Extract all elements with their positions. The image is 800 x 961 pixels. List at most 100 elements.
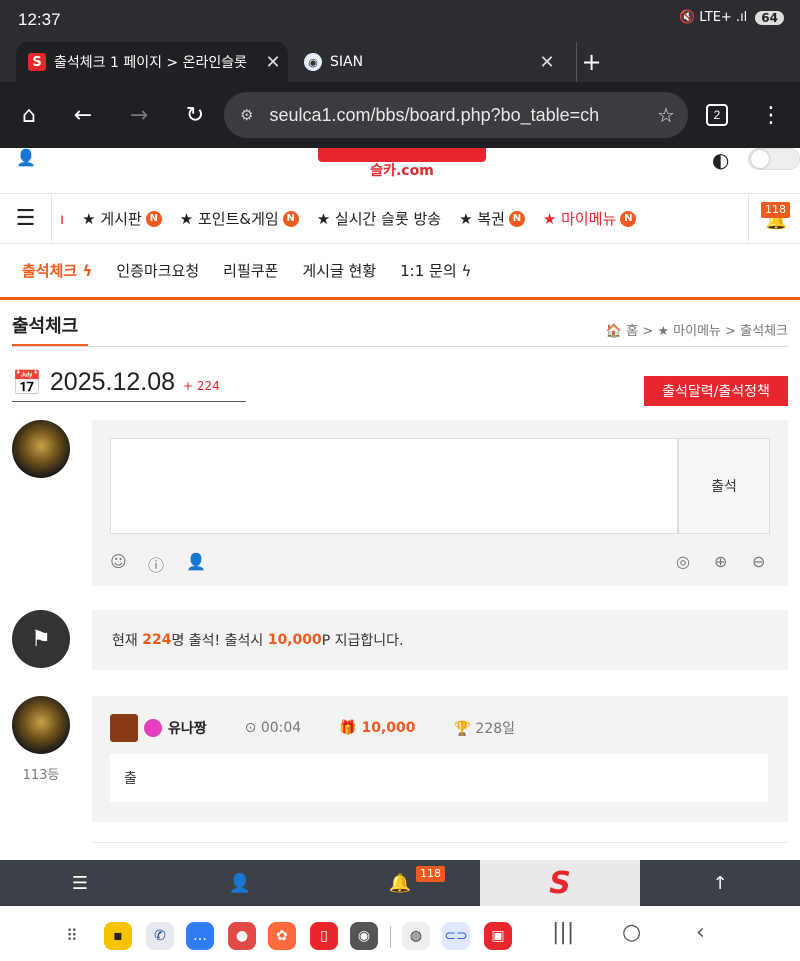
recent-apps-icon[interactable]: |||: [552, 920, 574, 945]
home-circle-icon[interactable]: ○: [622, 920, 641, 945]
bottom-logo-button[interactable]: S: [480, 860, 640, 906]
new-badge: N: [145, 210, 162, 227]
tab-close-icon[interactable]: ✕: [532, 52, 562, 73]
memo-app-icon[interactable]: ▪: [104, 922, 132, 950]
nav-item-my-menu[interactable]: ★ 마이메뉴 N: [543, 208, 637, 229]
new-badge: N: [282, 210, 299, 227]
status-icons: 🔇 LTE+ .ıl 64: [679, 10, 784, 25]
user-icon[interactable]: 👤: [16, 148, 36, 167]
theme-contrast-icon[interactable]: ◐: [712, 148, 729, 172]
subnav-attendance[interactable]: 출석체크 ϟ: [22, 260, 92, 281]
entry-meta: 유나짱 ⊙ 00:04 🎁 10,000 🏆 228일: [110, 714, 515, 742]
clock-icon: ⊙: [244, 720, 257, 736]
user-icon[interactable]: 👤: [186, 552, 206, 571]
home-icon[interactable]: 🏠: [606, 324, 622, 339]
messages-app-icon[interactable]: …: [186, 922, 214, 950]
home-icon[interactable]: ⌂: [14, 100, 44, 130]
nav-item-points-games[interactable]: ★ 포인트&게임 N: [180, 208, 299, 229]
site-logo[interactable]: 슬카.com: [318, 148, 486, 182]
status-bar: 12:37 🔇 LTE+ .ıl 64: [0, 0, 800, 42]
subnav-refill-coupon[interactable]: 리필쿠폰: [223, 260, 278, 281]
phone-app-icon[interactable]: ✆: [146, 922, 174, 950]
subnav-post-status[interactable]: 게시글 현황: [302, 260, 376, 281]
bottom-user-icon[interactable]: 👤: [160, 860, 320, 906]
new-badge: N: [620, 210, 637, 227]
avatar: [12, 696, 70, 754]
points-text: 10,000: [361, 720, 416, 736]
notification-count: 118: [416, 866, 445, 882]
attendee-count: 224: [142, 632, 172, 648]
bell-icon: 🔔: [388, 872, 412, 894]
rank-gem-icon: [144, 719, 162, 737]
subnav-label: 1:1 문의: [400, 262, 457, 280]
attend-submit-button[interactable]: 출석: [678, 438, 770, 534]
entry-message: 출: [110, 754, 768, 802]
reload-icon[interactable]: ↻: [180, 100, 210, 130]
toggle-knob: [751, 150, 769, 168]
contacts-app-icon[interactable]: ●: [228, 922, 256, 950]
username[interactable]: 유나짱: [168, 718, 207, 738]
nav-item-lottery[interactable]: ★ 복권 N: [459, 208, 525, 229]
bottom-bell-button[interactable]: 🔔 118: [320, 860, 480, 906]
attendance-notice: 현재 224 명 출석! 출석시 10,000 P 지급합니다.: [92, 610, 788, 670]
minus-circle-icon[interactable]: ⊖: [752, 552, 765, 571]
entry-time: ⊙ 00:04: [245, 720, 302, 736]
comment-textarea[interactable]: [110, 438, 678, 534]
lightning-icon: ϟ: [461, 262, 472, 280]
tab-active[interactable]: S 출석체크 1 페이지 > 온라인슬롯 ✕: [16, 42, 288, 82]
tab-sian[interactable]: ◉ SIAN ✕: [296, 42, 562, 82]
globe-favicon-icon: ◉: [304, 53, 322, 71]
app-drawer-icon[interactable]: ⠿: [66, 926, 78, 945]
back-icon[interactable]: ←: [68, 100, 98, 130]
compass-icon[interactable]: ◎: [676, 552, 690, 571]
camera-app-icon[interactable]: ◉: [350, 922, 378, 950]
date-header: 📅 2025.12.08 + 224: [12, 364, 246, 402]
notes-app-icon[interactable]: ▯: [310, 922, 338, 950]
tab-close-icon[interactable]: ✕: [258, 52, 288, 73]
subnav-cert-request[interactable]: 인증마크요청: [116, 260, 199, 281]
site-settings-icon[interactable]: ⚙: [240, 106, 253, 124]
back-chevron-icon[interactable]: ‹: [696, 920, 705, 945]
site-header: 👤 슬카.com ◐: [0, 148, 800, 193]
level-icon: [110, 714, 138, 742]
tab-switcher-button[interactable]: 2: [706, 104, 728, 126]
forward-icon[interactable]: →: [124, 100, 154, 130]
site-bottom-bar: ☰ 👤 🔔 118 S ↑: [0, 860, 800, 906]
nav-label: ★ 실시간 슬롯 방송: [316, 210, 442, 228]
chrome-app-icon[interactable]: ◍: [402, 922, 430, 950]
emoji-icon[interactable]: ☺: [110, 552, 127, 571]
menu-dots-icon[interactable]: ⋮: [756, 100, 786, 130]
nav-item-board[interactable]: ★ 게시판 N: [82, 208, 162, 229]
entry-days: 🏆 228일: [454, 718, 516, 738]
notice-text: 현재: [112, 633, 138, 649]
android-nav-bar: ⠿ ▪ ✆ … ● ✿ ▯ ◉ ◍ ⊂⊃ ▣ ||| ○ ‹: [0, 906, 800, 961]
subnav-inquiry[interactable]: 1:1 문의 ϟ: [400, 260, 471, 281]
trophy-icon: 🏆: [453, 721, 471, 737]
info-icon[interactable]: ⓘ: [148, 552, 164, 576]
list-item: 유나짱 ⊙ 00:04 🎁 10,000 🏆 228일 출: [92, 696, 788, 822]
attendance-calendar-button[interactable]: 출석달력/출석정책: [644, 376, 788, 406]
attendance-increase: + 224: [183, 378, 220, 393]
bookmark-star-icon[interactable]: ☆: [644, 103, 688, 128]
scroll-top-icon[interactable]: ↑: [640, 860, 800, 906]
attendance-date: 2025.12.08: [49, 368, 176, 396]
page-title: 출석체크: [12, 316, 79, 337]
gallery-app-icon[interactable]: ✿: [268, 922, 296, 950]
notifications-button[interactable]: 🔔 118: [748, 194, 800, 243]
browser-toolbar: ⌂ ← → ↻ ⚙ seulca1.com/bbs/board.php?bo_t…: [0, 82, 800, 148]
game-app-icon[interactable]: ▣: [484, 922, 512, 950]
link-app-icon[interactable]: ⊂⊃: [442, 922, 470, 950]
nav-marker: ı: [60, 209, 65, 228]
nav-item-live-slot[interactable]: ★ 실시간 슬롯 방송: [317, 208, 441, 229]
dark-mode-toggle[interactable]: [748, 148, 800, 170]
lightning-icon: ϟ: [82, 262, 93, 280]
gift-icon: 🎁: [339, 720, 357, 736]
bottom-menu-icon[interactable]: ☰: [0, 860, 160, 906]
address-bar[interactable]: ⚙ seulca1.com/bbs/board.php?bo_table=ch …: [224, 92, 688, 138]
nav-label: ★ 게시판: [82, 210, 142, 228]
hamburger-menu-icon[interactable]: ☰: [0, 194, 52, 243]
divider: [92, 842, 788, 843]
main-nav: ☰ ı ★ 게시판 N ★ 포인트&게임 N ★ 실시간 슬롯 방송 ★ 복권 N ★…: [0, 193, 800, 244]
new-tab-button[interactable]: +: [576, 42, 606, 82]
plus-circle-icon[interactable]: ⊕: [714, 552, 727, 571]
